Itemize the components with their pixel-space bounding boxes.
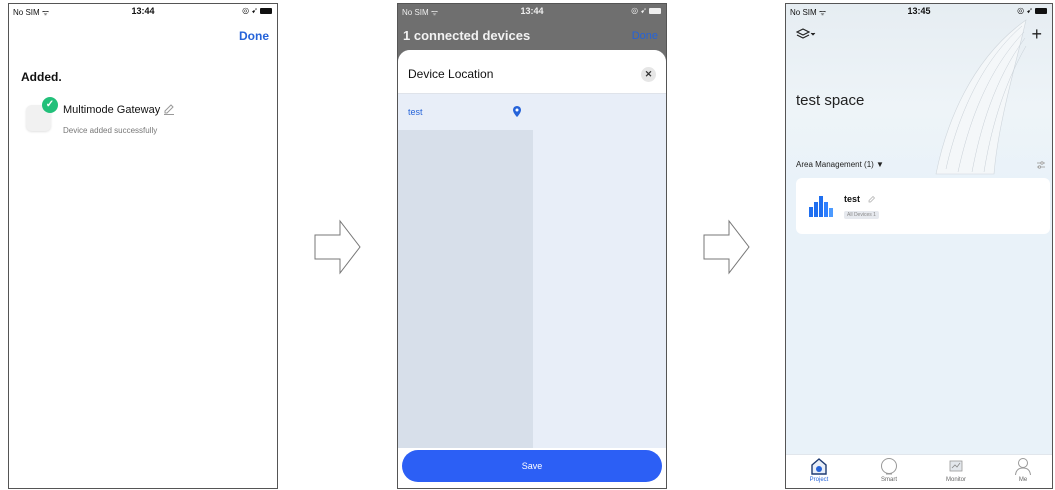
battery-icon [260, 7, 272, 14]
sheet-title: Device Location [408, 67, 494, 81]
area-name: test [844, 194, 861, 204]
area-management-toggle[interactable]: Area Management (1) ▼ [796, 160, 884, 169]
tab-label: Monitor [945, 477, 966, 483]
room-item[interactable]: test [398, 95, 533, 130]
location-pin-icon [513, 106, 521, 117]
status-icons: ◎ ➹ [1017, 6, 1047, 15]
device-name: Multimode Gateway [63, 104, 161, 116]
screen-device-added: No SIM ᯤ 13:44 ◎ ➹ Done Added. ✓ Multimo… [8, 3, 278, 489]
sheet-header: Device Location ✕ [398, 50, 666, 94]
monitor-icon [949, 460, 963, 472]
save-bar: Save [398, 448, 666, 488]
user-icon [1015, 458, 1031, 476]
location-icon: ◎ ➹ [242, 6, 258, 15]
layers-icon[interactable] [796, 27, 816, 43]
tab-smart[interactable]: Smart [864, 454, 914, 488]
area-card[interactable]: test All Devices 1 [796, 178, 1050, 234]
status-time: 13:45 [907, 6, 931, 16]
pencil-icon[interactable] [163, 103, 175, 115]
location-sheet: Device Location ✕ test Save [398, 50, 666, 488]
connected-devices-title: 1 connected devices [403, 28, 531, 43]
location-icon: ◎ ➹ [631, 6, 647, 15]
tab-monitor[interactable]: Monitor [931, 454, 981, 488]
screen-device-location: No SIM ᯤ 13:44 ◎ ➹ 1 connected devices D… [397, 3, 667, 489]
tab-label: Smart [880, 477, 897, 483]
battery-icon [1035, 7, 1047, 14]
status-time: 13:44 [131, 6, 155, 16]
device-status-text: Device added successfully [63, 126, 158, 135]
tab-label: Project [809, 477, 829, 483]
screen-project-home: No SIM ᯤ 13:45 ◎ ➹ + test space Area Man… [785, 3, 1053, 489]
add-icon[interactable]: + [1031, 24, 1042, 45]
tab-me[interactable]: Me [998, 454, 1048, 488]
done-button[interactable]: Done [239, 29, 269, 43]
close-icon[interactable]: ✕ [641, 67, 656, 82]
done-button[interactable]: Done [632, 30, 658, 42]
page-title: Added. [21, 70, 62, 84]
device-count-badge: All Devices 1 [844, 211, 879, 219]
building-icon [809, 196, 833, 217]
tab-label: Me [1018, 477, 1028, 483]
room-name: test [408, 107, 423, 117]
status-bar: No SIM ᯤ 13:44 ◎ ➹ [398, 4, 666, 18]
smart-icon [881, 458, 897, 475]
edit-icon[interactable] [868, 195, 876, 203]
status-bar: No SIM ᯤ 13:45 ◎ ➹ [786, 4, 1052, 18]
tab-project[interactable]: Project [794, 454, 844, 488]
space-title[interactable]: test space [796, 92, 864, 109]
status-icons: ◎ ➹ [242, 6, 272, 15]
bottom-tab-bar: Project Smart Monitor Me [786, 454, 1052, 488]
next-arrow-icon [703, 219, 750, 275]
status-time: 13:44 [520, 6, 544, 16]
status-icons: ◎ ➹ [631, 6, 661, 15]
filter-icon[interactable] [1036, 160, 1046, 170]
checkmark-icon: ✓ [42, 97, 58, 113]
location-icon: ◎ ➹ [1017, 6, 1033, 15]
project-home-icon [811, 458, 827, 475]
battery-icon [649, 7, 661, 14]
status-bar: No SIM ᯤ 13:44 ◎ ➹ [9, 4, 277, 18]
room-list: test [398, 95, 533, 488]
save-button[interactable]: Save [402, 450, 662, 482]
next-arrow-icon [314, 219, 361, 275]
